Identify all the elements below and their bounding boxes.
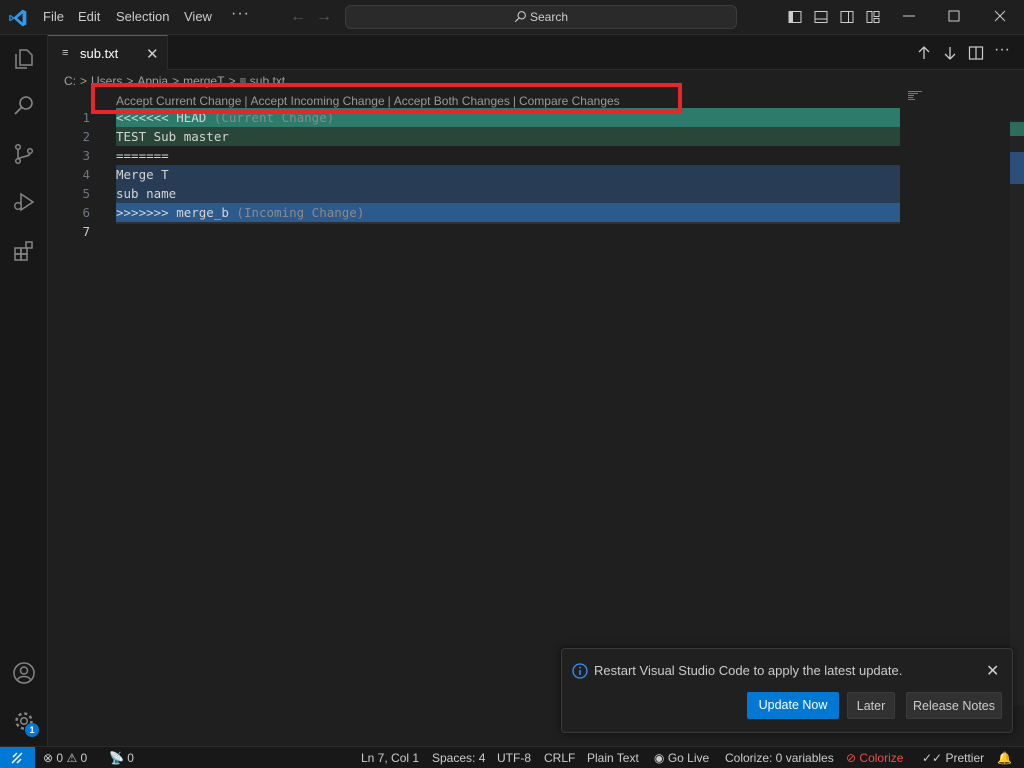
double-check-icon: ✓✓ — [922, 751, 943, 765]
ports-indicator[interactable]: 📡 0 — [109, 751, 134, 765]
codelens-separator: | — [244, 94, 248, 108]
accounts-icon[interactable] — [12, 661, 36, 685]
forward-arrow-icon[interactable]: → — [316, 8, 332, 26]
search-icon[interactable] — [12, 94, 36, 118]
go-live-button[interactable]: ◉ Go Live — [654, 751, 709, 765]
error-icon: ⊗ — [43, 751, 54, 765]
close-window-icon[interactable] — [993, 9, 1007, 23]
remote-icon — [11, 752, 23, 764]
settings-badge: 1 — [25, 723, 39, 737]
update-now-button[interactable]: Update Now — [747, 692, 839, 719]
problems-indicator[interactable]: ⊗ 0 ⚠ 0 — [43, 751, 87, 765]
language-mode[interactable]: Plain Text — [587, 751, 639, 765]
notifications-bell-icon[interactable]: 🔔 — [997, 751, 1012, 765]
code-line[interactable]: 2 TEST Sub master — [48, 127, 900, 146]
tab-sub-txt[interactable]: ≡ sub.txt ✕ — [48, 35, 168, 70]
status-bar: ⊗ 0 ⚠ 0 📡 0 Ln 7, Col 1 Spaces: 4 UTF-8 … — [0, 746, 1024, 768]
prettier-button[interactable]: ✓✓ Prettier — [922, 751, 984, 765]
explorer-icon[interactable] — [12, 47, 36, 71]
source-control-icon[interactable] — [12, 142, 36, 166]
minimize-icon[interactable] — [902, 9, 916, 23]
close-notification-icon[interactable]: ✕ — [986, 661, 999, 681]
notification-message: Restart Visual Studio Code to apply the … — [594, 663, 903, 678]
minimap[interactable] — [908, 90, 924, 102]
warning-icon: ⚠ — [66, 751, 78, 765]
info-icon — [572, 663, 588, 679]
code-line[interactable]: 3 ======= — [48, 146, 900, 165]
accept-current-change-link[interactable]: Accept Current Change — [116, 94, 241, 108]
broadcast-icon: ◉ — [654, 751, 665, 765]
code-line[interactable]: 4 Merge T — [48, 165, 900, 184]
end-of-line[interactable]: CRLF — [544, 751, 575, 765]
encoding[interactable]: UTF-8 — [497, 751, 531, 765]
indentation[interactable]: Spaces: 4 — [432, 751, 485, 765]
more-actions-icon[interactable]: ··· — [994, 41, 1010, 58]
accept-incoming-change-link[interactable]: Accept Incoming Change — [251, 94, 385, 108]
code-line[interactable]: 6 >>>>>>> merge_b (Incoming Change) — [48, 203, 900, 222]
scrollbar-incoming-change-marker — [1010, 152, 1024, 184]
compare-changes-link[interactable]: Compare Changes — [519, 94, 620, 108]
code-lines[interactable]: 1 <<<<<<< HEAD (Current Change) 2 TEST Sub… — [48, 108, 900, 241]
run-debug-icon[interactable] — [12, 190, 36, 214]
customize-layout-icon[interactable] — [866, 10, 880, 24]
tab-label: sub.txt — [80, 46, 119, 61]
colorize-variables[interactable]: Colorize: 0 variables — [725, 751, 834, 765]
split-editor-icon[interactable] — [968, 45, 984, 61]
editor[interactable]: Accept Current Change | Accept Incoming Ch… — [48, 70, 1024, 746]
extensions-icon[interactable] — [12, 239, 36, 263]
menu-selection[interactable]: Selection — [116, 9, 169, 24]
toggle-panel-icon[interactable] — [814, 10, 828, 24]
release-notes-button[interactable]: Release Notes — [906, 692, 1002, 719]
vscode-logo-icon — [9, 9, 27, 27]
codelens-separator: | — [512, 94, 516, 108]
activity-bar: 1 — [0, 35, 48, 746]
next-conflict-icon[interactable] — [942, 45, 958, 61]
menu-edit[interactable]: Edit — [78, 9, 100, 24]
previous-conflict-icon[interactable] — [916, 45, 932, 61]
code-line[interactable]: 5 sub name — [48, 184, 900, 203]
toggle-secondary-sidebar-icon[interactable] — [840, 10, 854, 24]
toggle-primary-sidebar-icon[interactable] — [788, 10, 802, 24]
tab-bar: ≡ sub.txt ✕ ··· — [48, 35, 1024, 70]
close-tab-icon[interactable]: ✕ — [146, 45, 159, 63]
cursor-position[interactable]: Ln 7, Col 1 — [361, 751, 419, 765]
menu-more-button[interactable]: ··· — [231, 5, 250, 23]
menu-file[interactable]: File — [43, 9, 64, 24]
code-line-current[interactable]: 7 — [48, 222, 900, 241]
accept-both-changes-link[interactable]: Accept Both Changes — [394, 94, 510, 108]
colorize-button[interactable]: ⊘ Colorize — [846, 751, 903, 765]
back-arrow-icon[interactable]: ← — [290, 8, 306, 26]
search-label: Search — [529, 10, 569, 24]
remote-indicator[interactable] — [0, 747, 35, 768]
no-entry-icon: ⊘ — [846, 751, 857, 765]
broadcast-icon: 📡 — [109, 751, 124, 765]
maximize-icon[interactable] — [947, 9, 961, 23]
update-notification: Restart Visual Studio Code to apply the … — [561, 648, 1013, 733]
menu-view[interactable]: View — [184, 9, 212, 24]
merge-codelens: Accept Current Change | Accept Incoming Ch… — [116, 94, 620, 108]
scrollbar-current-change-marker — [1010, 122, 1024, 136]
later-button[interactable]: Later — [847, 692, 895, 719]
codelens-separator: | — [387, 94, 391, 108]
search-icon — [514, 11, 526, 23]
command-center-search[interactable]: Search — [345, 5, 737, 29]
text-file-icon: ≡ — [62, 47, 69, 59]
title-bar: File Edit Selection View ··· ← → Search — [0, 0, 1024, 35]
vertical-scrollbar[interactable] — [1010, 120, 1024, 706]
